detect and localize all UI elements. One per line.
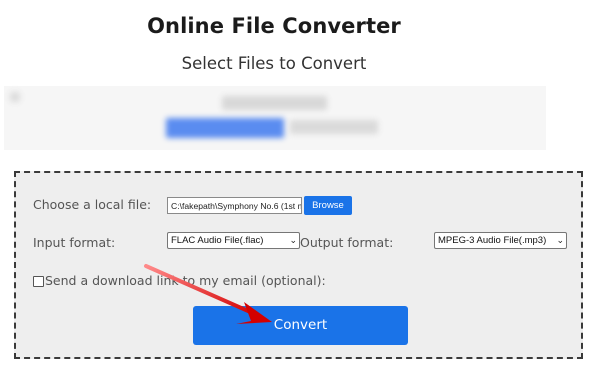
output-format-label: Output format: bbox=[300, 235, 394, 250]
convert-button[interactable]: Convert bbox=[193, 306, 408, 345]
file-path-input[interactable]: C:\fakepath\Symphony No.6 (1st moveme bbox=[167, 197, 302, 214]
blurred-block bbox=[290, 120, 378, 134]
blurred-ad-banner bbox=[4, 86, 546, 150]
blurred-block bbox=[222, 96, 327, 110]
input-format-label: Input format: bbox=[33, 235, 116, 250]
chevron-down-icon: ⌄ bbox=[556, 235, 564, 245]
browse-button[interactable]: Browse bbox=[304, 196, 352, 215]
input-format-value: FLAC Audio File(.flac) bbox=[171, 235, 264, 246]
input-format-select[interactable]: FLAC Audio File(.flac) ⌄ bbox=[167, 232, 300, 249]
blurred-block bbox=[10, 92, 20, 102]
output-format-value: MPEG-3 Audio File(.mp3) bbox=[438, 235, 547, 246]
local-file-label: Choose a local file: bbox=[33, 197, 152, 212]
page-title: Online File Converter bbox=[147, 14, 401, 38]
page-subtitle: Select Files to Convert bbox=[181, 54, 367, 73]
blurred-link bbox=[166, 118, 284, 138]
email-option-label: Send a download link to my email (option… bbox=[45, 273, 326, 288]
email-checkbox[interactable] bbox=[33, 276, 44, 287]
output-format-select[interactable]: MPEG-3 Audio File(.mp3) ⌄ bbox=[434, 232, 567, 249]
converter-panel: Choose a local file: C:\fakepath\Symphon… bbox=[14, 171, 583, 359]
chevron-down-icon: ⌄ bbox=[289, 235, 297, 245]
